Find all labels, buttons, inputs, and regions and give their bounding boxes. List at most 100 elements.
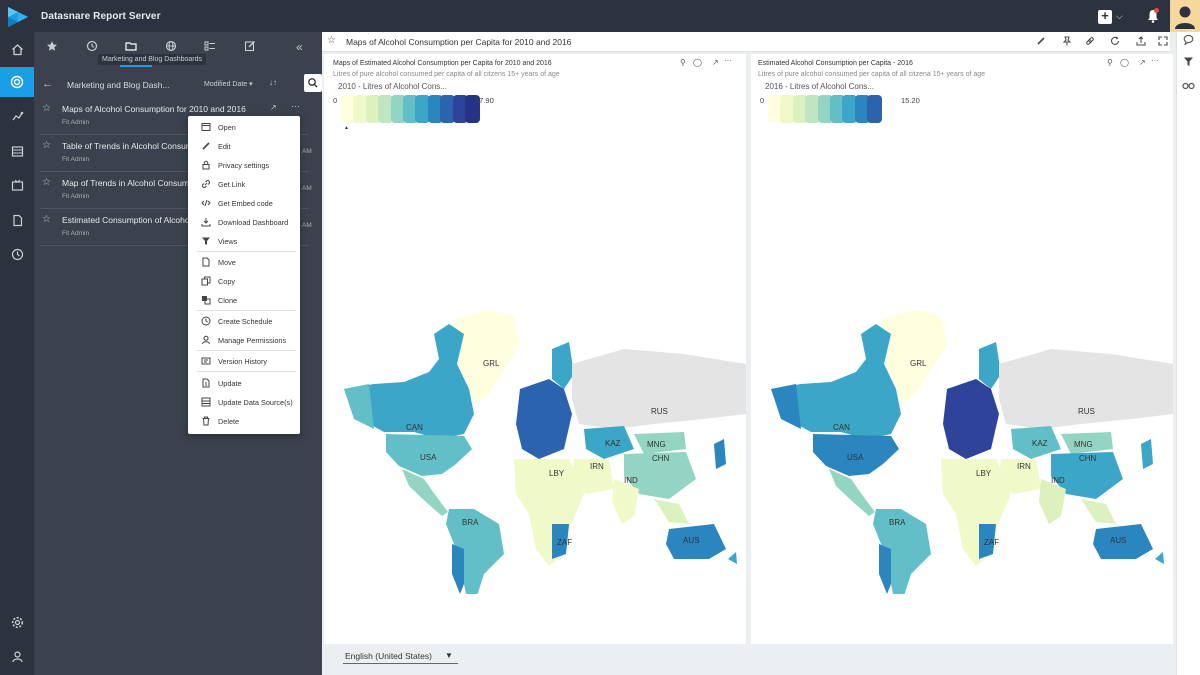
filter-icon[interactable] bbox=[1183, 56, 1194, 67]
map-region-scandinavia[interactable] bbox=[552, 342, 574, 389]
more-options-icon[interactable]: ··· bbox=[291, 101, 300, 111]
menu-item-download[interactable]: Download Dashboard bbox=[188, 214, 300, 231]
add-button[interactable]: + bbox=[1098, 9, 1112, 24]
menu-item-permissions[interactable]: Manage Permissions bbox=[188, 332, 300, 349]
menu-item-embed[interactable]: Get Embed code bbox=[188, 195, 300, 212]
sort-dropdown[interactable]: Modified Date ▾ bbox=[204, 80, 253, 88]
map-region-ala[interactable] bbox=[771, 384, 801, 429]
legend-min: 0 bbox=[333, 96, 338, 105]
back-arrow-icon[interactable]: ← bbox=[42, 78, 53, 90]
map-widget-2016: Estimated Alcohol Consumption per Capita… bbox=[751, 54, 1173, 644]
avatar[interactable] bbox=[1170, 0, 1200, 32]
export-icon[interactable] bbox=[1136, 36, 1146, 46]
item-title[interactable]: Map of Trends in Alcohol Consumption bbox=[62, 178, 194, 188]
menu-item-privacy[interactable]: Privacy settings bbox=[188, 157, 300, 174]
map-region-mex[interactable] bbox=[829, 469, 875, 516]
map-region-mex[interactable] bbox=[402, 469, 448, 516]
map-region-eur[interactable] bbox=[516, 379, 572, 459]
map-region-arg[interactable] bbox=[879, 544, 891, 594]
language-select[interactable]: English (United States) bbox=[345, 651, 432, 661]
pin-icon[interactable]: ⚲ bbox=[680, 58, 686, 67]
menu-item-clone[interactable]: Clone bbox=[188, 292, 300, 309]
star-icon[interactable]: ☆ bbox=[42, 214, 51, 225]
glasses-icon[interactable] bbox=[1182, 80, 1195, 90]
item-title[interactable]: Estimated Consumption of Alcohol bbox=[62, 215, 194, 225]
expand-icon[interactable]: ↗ bbox=[1139, 58, 1146, 67]
map-region-arg[interactable] bbox=[452, 544, 464, 594]
refresh-icon[interactable] bbox=[1110, 36, 1120, 46]
pin-icon[interactable]: ⚲ bbox=[1107, 58, 1113, 67]
menu-item-version-history[interactable]: Version History bbox=[188, 353, 300, 370]
menu-item-copy[interactable]: Copy bbox=[188, 273, 300, 290]
presentations-icon[interactable] bbox=[0, 170, 34, 200]
comment-icon[interactable]: ◯ bbox=[693, 58, 702, 67]
menu-item-open[interactable]: Open bbox=[188, 119, 300, 136]
star-icon[interactable]: ☆ bbox=[42, 103, 51, 114]
edit-tab-icon[interactable] bbox=[244, 40, 258, 54]
map-region-scandinavia[interactable] bbox=[979, 342, 1001, 389]
fullscreen-icon[interactable] bbox=[1158, 36, 1168, 46]
analytics-icon[interactable] bbox=[0, 101, 34, 131]
menu-item-update-datasource[interactable]: Update Data Source(s) bbox=[188, 394, 300, 411]
map-region-rus[interactable] bbox=[999, 349, 1173, 429]
legend-max: 17.90 bbox=[475, 96, 494, 105]
settings-icon[interactable] bbox=[0, 607, 34, 637]
map-region-sea[interactable] bbox=[654, 499, 689, 524]
expand-icon[interactable]: ↗ bbox=[712, 58, 719, 67]
menu-item-delete[interactable]: Delete bbox=[188, 413, 300, 430]
comment-icon[interactable]: ◯ bbox=[1120, 58, 1129, 67]
item-title[interactable]: Table of Trends in Alcohol Consumption bbox=[62, 141, 194, 151]
app-logo[interactable] bbox=[6, 5, 30, 29]
star-icon[interactable]: ☆ bbox=[42, 177, 51, 188]
comment-icon[interactable] bbox=[1183, 34, 1194, 45]
folder-tab-icon[interactable] bbox=[125, 40, 139, 54]
star-icon[interactable]: ☆ bbox=[327, 35, 336, 46]
menu-item-schedule[interactable]: Create Schedule bbox=[188, 313, 300, 330]
favorites-tab-icon[interactable] bbox=[46, 40, 60, 54]
reports-icon[interactable] bbox=[0, 136, 34, 166]
map-label-kaz: KAZ bbox=[605, 439, 621, 448]
map-region-ala[interactable] bbox=[344, 384, 374, 429]
world-map[interactable]: GRL RUS CAN KAZ MNG USA CHN LBY IRN IND … bbox=[324, 254, 746, 594]
pin-icon[interactable] bbox=[1062, 36, 1072, 46]
user-icon[interactable] bbox=[0, 641, 34, 671]
document-icon[interactable] bbox=[0, 205, 34, 235]
world-map[interactable]: GRL RUS CAN KAZ MNG USA CHN LBY IRN IND … bbox=[751, 254, 1173, 594]
legend-swatch bbox=[867, 95, 883, 123]
map-region-jpn[interactable] bbox=[1141, 439, 1153, 469]
menu-item-move[interactable]: Move bbox=[188, 254, 300, 271]
map-region-rus[interactable] bbox=[572, 349, 746, 429]
recent-tab-icon[interactable] bbox=[86, 40, 100, 54]
more-options-icon[interactable]: ··· bbox=[724, 56, 732, 65]
more-options-icon[interactable]: ··· bbox=[1151, 56, 1159, 65]
map-region-nzl[interactable] bbox=[1155, 552, 1164, 564]
context-menu: Open Edit Privacy settings Get Link Get … bbox=[188, 116, 300, 434]
menu-item-get-link[interactable]: Get Link bbox=[188, 176, 300, 193]
collapse-panel-icon[interactable]: « bbox=[296, 40, 303, 54]
map-region-jpn[interactable] bbox=[714, 439, 726, 469]
list-tab-icon[interactable] bbox=[204, 40, 218, 54]
menu-item-edit[interactable]: Edit bbox=[188, 138, 300, 155]
star-icon[interactable]: ☆ bbox=[42, 140, 51, 151]
map-label-irn: IRN bbox=[590, 462, 604, 471]
sort-direction-icon[interactable]: ↓↑ bbox=[269, 78, 277, 87]
menu-item-views[interactable]: Views bbox=[188, 233, 300, 250]
history-icon[interactable] bbox=[0, 239, 34, 269]
item-title[interactable]: Maps of Alcohol Consumption for 2010 and… bbox=[62, 104, 262, 114]
chevron-down-icon[interactable]: ▼ bbox=[445, 651, 453, 660]
search-button[interactable] bbox=[304, 74, 322, 92]
map-region-sea[interactable] bbox=[1081, 499, 1116, 524]
menu-item-update[interactable]: Update bbox=[188, 375, 300, 392]
dashboards-icon[interactable] bbox=[0, 67, 34, 97]
menu-item-label: Clone bbox=[218, 296, 238, 305]
link-icon[interactable] bbox=[1085, 36, 1095, 46]
map-label-grl: GRL bbox=[910, 359, 927, 368]
map-region-nzl[interactable] bbox=[728, 552, 737, 564]
home-icon[interactable] bbox=[0, 34, 34, 64]
chevron-down-icon[interactable]: ⌵ bbox=[1116, 11, 1123, 22]
globe-tab-icon[interactable] bbox=[165, 40, 179, 54]
edit-icon[interactable] bbox=[1036, 36, 1046, 46]
open-external-icon[interactable]: ↗ bbox=[270, 103, 277, 112]
map-region-eur[interactable] bbox=[943, 379, 999, 459]
widget-subtitle: Litres of pure alcohol consumed per capi… bbox=[758, 71, 986, 78]
